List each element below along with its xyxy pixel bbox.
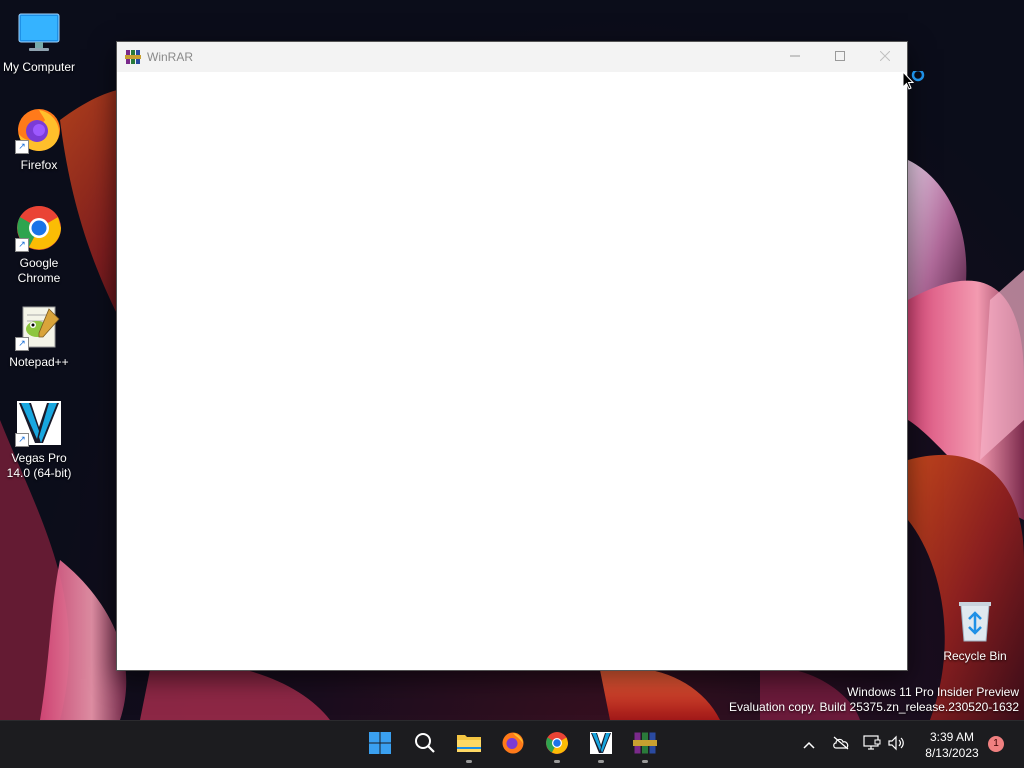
network-icon <box>863 734 881 756</box>
taskbar: 3:39 AM 8/13/2023 <box>0 720 1024 768</box>
taskbar-winrar[interactable] <box>625 725 665 765</box>
winrar-window[interactable]: WinRAR <box>116 41 908 671</box>
close-icon <box>879 48 890 66</box>
desktop-icon-label: Google Chrome <box>17 256 61 285</box>
windows-watermark: Windows 11 Pro Insider Preview Evaluatio… <box>729 685 1019 715</box>
window-title: WinRAR <box>147 50 194 64</box>
firefox-icon <box>501 731 525 760</box>
start-button[interactable] <box>360 725 400 765</box>
desktop-icon-label: Firefox <box>20 158 58 172</box>
minimize-button[interactable] <box>772 42 817 72</box>
clock-date: 8/13/2023 <box>925 746 979 760</box>
desktop-icon-notepadpp[interactable]: ↗ Notepad++ <box>1 303 77 370</box>
running-indicator <box>598 760 604 763</box>
network-tray-button[interactable] <box>862 734 882 756</box>
window-content-area <box>117 72 907 670</box>
desktop-icon-recycle-bin[interactable]: Recycle Bin <box>937 597 1013 664</box>
search-button[interactable] <box>405 725 445 765</box>
notification-badge[interactable]: 1 <box>988 736 1004 752</box>
desktop-icon-label: Recycle Bin <box>943 649 1007 663</box>
shortcut-arrow-icon: ↗ <box>15 238 29 252</box>
winrar-icon <box>125 49 141 65</box>
search-icon <box>414 732 436 759</box>
volume-tray-button[interactable] <box>886 735 906 755</box>
taskbar-clock[interactable]: 3:39 AM 8/13/2023 <box>916 729 988 761</box>
desktop-icon-firefox[interactable]: ↗ Firefox <box>1 106 77 173</box>
chrome-icon: ↗ <box>15 204 63 252</box>
clock-time: 3:39 AM <box>929 730 975 744</box>
notepadpp-icon: ↗ <box>15 303 63 351</box>
monitor-icon <box>15 8 63 56</box>
desktop-icon-label: Notepad++ <box>9 355 69 369</box>
vegas-icon <box>589 731 613 760</box>
desktop-icon-google-chrome[interactable]: ↗ Google Chrome <box>1 204 77 286</box>
running-indicator <box>554 760 560 763</box>
chrome-icon <box>545 731 569 760</box>
chevron-up-icon <box>803 736 815 754</box>
desktop-icon-my-computer[interactable]: My Computer <box>1 8 77 75</box>
running-indicator <box>466 760 472 763</box>
taskbar-firefox[interactable] <box>493 725 533 765</box>
firefox-icon: ↗ <box>15 106 63 154</box>
taskbar-vegas-pro[interactable] <box>581 725 621 765</box>
windows-logo-icon <box>368 731 392 760</box>
desktop-icon-vegas-pro[interactable]: ↗ Vegas Pro 14.0 (64-bit) <box>1 399 77 481</box>
cloud-offline-icon <box>832 736 850 755</box>
onedrive-tray-button[interactable] <box>831 735 851 755</box>
speaker-icon <box>887 735 905 756</box>
shortcut-arrow-icon: ↗ <box>15 140 29 154</box>
taskbar-file-explorer[interactable] <box>449 725 489 765</box>
minimize-icon <box>789 48 800 66</box>
folder-icon <box>456 732 482 759</box>
watermark-build: Evaluation copy. Build 25375.zn_release.… <box>729 700 1019 714</box>
show-hidden-icons-button[interactable] <box>799 735 819 755</box>
close-button[interactable] <box>862 42 907 72</box>
taskbar-chrome[interactable] <box>537 725 577 765</box>
recycle-bin-icon <box>951 597 999 645</box>
busy-cursor-icon <box>902 68 928 100</box>
desktop-icon-label: My Computer <box>2 60 76 74</box>
shortcut-arrow-icon: ↗ <box>15 337 29 351</box>
shortcut-arrow-icon: ↗ <box>15 433 29 447</box>
watermark-edition: Windows 11 Pro Insider Preview <box>847 685 1019 699</box>
maximize-icon <box>834 48 845 66</box>
winrar-icon <box>633 731 657 760</box>
desktop-icon-label: Vegas Pro 14.0 (64-bit) <box>6 451 72 480</box>
window-titlebar[interactable]: WinRAR <box>117 42 907 72</box>
running-indicator <box>642 760 648 763</box>
vegas-icon: ↗ <box>15 399 63 447</box>
maximize-button[interactable] <box>817 42 862 72</box>
